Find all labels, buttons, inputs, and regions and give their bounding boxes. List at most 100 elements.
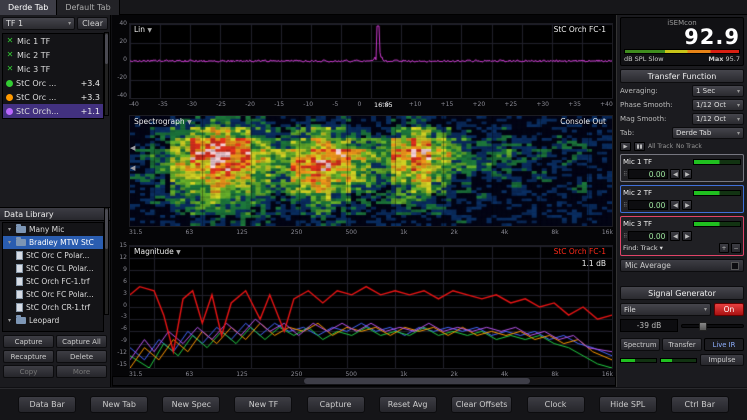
- library-item[interactable]: StC Orch CR-1.trf: [3, 301, 103, 314]
- tab-derde[interactable]: Derde Tab: [0, 0, 57, 15]
- setting-value: 1 Sec: [696, 87, 715, 95]
- view-spectrum-button[interactable]: Spectrum: [620, 338, 660, 351]
- view-transfer-button[interactable]: Transfer: [662, 338, 702, 351]
- generator-level-slider[interactable]: [681, 324, 744, 328]
- decrement-button[interactable]: ◀: [670, 231, 680, 241]
- live-ir-canvas[interactable]: [130, 24, 612, 98]
- scroll-thumb[interactable]: [304, 378, 530, 384]
- decrement-button[interactable]: ◀: [670, 169, 680, 179]
- live-ir-plot[interactable]: [129, 23, 613, 99]
- tab-select[interactable]: Derde Tab▾: [672, 127, 744, 139]
- new-spec-button[interactable]: New Spec: [162, 396, 220, 413]
- ctrl-bar-button[interactable]: Ctrl Bar: [671, 396, 729, 413]
- trace-row[interactable]: ✕Mic 3 TF: [3, 62, 103, 76]
- magnitude-canvas[interactable]: [130, 246, 612, 368]
- data-bar-button[interactable]: Data Bar: [18, 396, 76, 413]
- x-tick-label: +35: [568, 101, 581, 110]
- library-item[interactable]: StC Orch FC-1.trf: [3, 275, 103, 288]
- library-item[interactable]: StC Orc FC Polar...: [3, 288, 103, 301]
- library-capture-all-button[interactable]: Capture All: [56, 335, 107, 348]
- setting-select[interactable]: 1/12 Oct▾: [692, 113, 744, 125]
- library-item[interactable]: StC Orc CL Polar...: [3, 262, 103, 275]
- tree-expand-icon[interactable]: ▾: [6, 239, 13, 246]
- mic-label: Mic 2 TF: [623, 189, 691, 197]
- scroll-thumb[interactable]: [105, 209, 108, 249]
- x-tick-label: 16k: [602, 229, 613, 238]
- all-track-label[interactable]: All Track: [648, 143, 673, 150]
- plus-button[interactable]: +: [719, 243, 729, 253]
- y-tick-label: 6: [112, 278, 127, 285]
- mic-gain-value[interactable]: 0.00: [628, 231, 668, 241]
- tree-expand-icon[interactable]: ▾: [6, 317, 13, 324]
- view-live-ir-button[interactable]: Live IR: [704, 338, 744, 351]
- clear-button[interactable]: Clear: [77, 17, 108, 30]
- play-icon[interactable]: ▶: [620, 142, 631, 151]
- no-track-label[interactable]: No Track: [676, 143, 702, 150]
- folder-icon: [16, 239, 26, 246]
- generator-on-button[interactable]: On: [714, 303, 744, 316]
- trace-row[interactable]: ✕Mic 1 TF: [3, 34, 103, 48]
- find-track-select[interactable]: Find: Track ▾: [623, 244, 717, 252]
- increment-button[interactable]: ▶: [682, 169, 692, 179]
- mic-gain-value[interactable]: 0.00: [628, 200, 668, 210]
- library-copy-button[interactable]: Copy: [3, 365, 54, 378]
- pause-icon[interactable]: ▮▮: [634, 142, 645, 151]
- range-marker-bottom-icon[interactable]: ◀: [130, 165, 135, 172]
- mic-title-row: Mic 3 TF: [623, 218, 741, 230]
- range-marker-top-icon[interactable]: ◀: [130, 145, 135, 152]
- mic-average-button[interactable]: Mic Average: [620, 259, 744, 272]
- drag-handle-icon[interactable]: ⠿: [623, 233, 626, 240]
- trace-row[interactable]: StC Orc ...+3.3: [3, 90, 103, 104]
- library-item[interactable]: ▾Many Mic: [3, 223, 103, 236]
- library-item[interactable]: ▾Bradley MTW StC: [3, 236, 103, 249]
- new-tf-button[interactable]: New TF: [234, 396, 292, 413]
- offset-readout: 1.1 dB: [582, 259, 606, 268]
- transfer-function-header[interactable]: Transfer Function: [620, 69, 744, 83]
- library-capture-button[interactable]: Capture: [3, 335, 54, 348]
- tree-expand-icon[interactable]: ▾: [6, 226, 13, 233]
- tf-group-select[interactable]: TF 1▾: [2, 17, 75, 30]
- trace-label: StC Orc ...: [16, 93, 56, 102]
- horizontal-scrollbar[interactable]: [112, 376, 616, 386]
- setting-value: 1/12 Oct: [696, 101, 726, 109]
- spectrograph-type-select[interactable]: Spectrograph ▼: [134, 117, 192, 126]
- clear-offsets-button[interactable]: Clear Offsets: [451, 396, 513, 413]
- slider-thumb[interactable]: [699, 322, 707, 331]
- trace-row[interactable]: ✕Mic 2 TF: [3, 48, 103, 62]
- drag-handle-icon[interactable]: ⠿: [623, 202, 626, 209]
- trace-list-scrollbar[interactable]: [104, 32, 109, 116]
- generator-source-select[interactable]: File▾: [620, 303, 711, 316]
- tab-default[interactable]: Default Tab: [57, 0, 119, 15]
- library-more-button[interactable]: More: [56, 365, 107, 378]
- magnitude-type-select[interactable]: Magnitude ▼: [134, 247, 181, 256]
- mic-gain-value[interactable]: 0.00: [628, 169, 668, 179]
- drag-handle-icon[interactable]: ⠿: [623, 171, 626, 178]
- library-item[interactable]: StC Orc C Polar...: [3, 249, 103, 262]
- magnitude-plot[interactable]: [129, 245, 613, 369]
- chevron-down-icon: ▼: [147, 27, 152, 34]
- signal-generator-header[interactable]: Signal Generator: [620, 286, 744, 300]
- trace-row[interactable]: StC Orc ...+3.4: [3, 76, 103, 90]
- scroll-thumb[interactable]: [105, 34, 108, 64]
- new-tab-button[interactable]: New Tab: [90, 396, 148, 413]
- setting-select[interactable]: 1/12 Oct▾: [692, 99, 744, 111]
- live-ir-scale-select[interactable]: Lin ▼: [134, 25, 152, 34]
- clock-button[interactable]: Clock: [527, 396, 585, 413]
- increment-button[interactable]: ▶: [682, 231, 692, 241]
- hide-spl-button[interactable]: Hide SPL: [599, 396, 657, 413]
- trace-row[interactable]: StC Orch...+1.1: [3, 104, 103, 118]
- library-delete-button[interactable]: Delete: [56, 350, 107, 363]
- library-recapture-button[interactable]: Recapture: [3, 350, 54, 363]
- spectrograph-canvas[interactable]: [130, 116, 612, 226]
- minus-button[interactable]: −: [731, 243, 741, 253]
- capture-button[interactable]: Capture: [307, 396, 365, 413]
- decrement-button[interactable]: ◀: [670, 200, 680, 210]
- library-item[interactable]: ▾Leopard: [3, 314, 103, 327]
- spectrograph-plot[interactable]: [129, 115, 613, 227]
- library-scrollbar[interactable]: [104, 207, 109, 315]
- impulse-button[interactable]: Impulse: [700, 354, 744, 366]
- increment-button[interactable]: ▶: [682, 200, 692, 210]
- generator-level-display: -39 dB: [620, 319, 678, 332]
- reset-avg-button[interactable]: Reset Avg: [379, 396, 437, 413]
- setting-select[interactable]: 1 Sec▾: [692, 85, 744, 97]
